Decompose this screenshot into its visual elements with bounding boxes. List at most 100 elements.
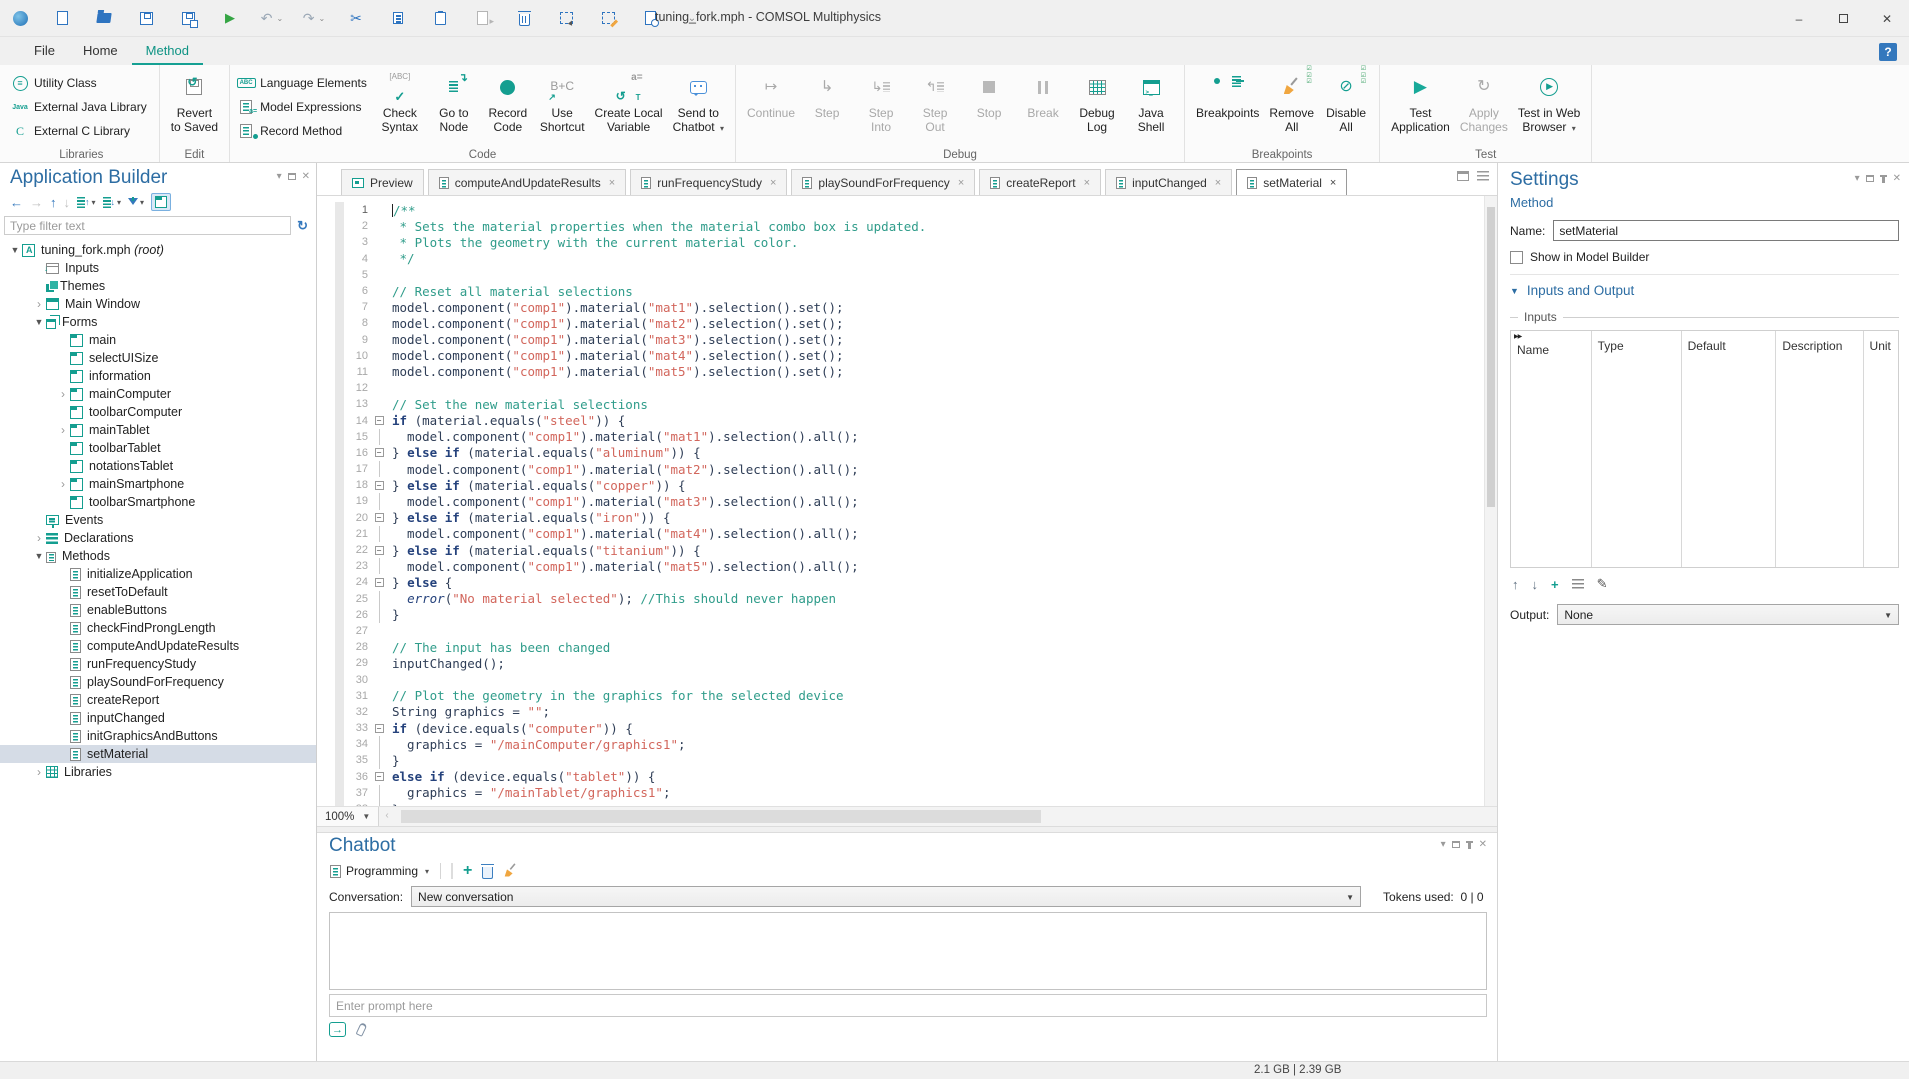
tree-item-createreport[interactable]: createReport: [0, 691, 316, 709]
breakpoint-gutter[interactable]: [317, 315, 335, 331]
fold-marker[interactable]: −: [372, 445, 386, 461]
ribbon-button-language-elements[interactable]: ABCLanguage Elements: [236, 73, 367, 93]
breakpoint-gutter[interactable]: [317, 348, 335, 364]
filter-icon[interactable]: ▾: [128, 194, 144, 210]
breakpoint-gutter[interactable]: [317, 493, 335, 509]
tree-item-selectuisize[interactable]: selectUISize: [0, 349, 316, 367]
chevron-right-icon[interactable]: ›: [32, 297, 46, 311]
cut-icon[interactable]: ✂: [346, 8, 366, 28]
close-icon[interactable]: ×: [770, 177, 776, 189]
ribbon-button-send-to-chatbot[interactable]: Send toChatbot ▾: [668, 68, 729, 137]
ribbon-button-disable-all[interactable]: ⊘☑☑☑DisableAll: [1319, 68, 1373, 136]
collapse-icon[interactable]: −: [375, 481, 384, 490]
tree-item-runfrequencystudy[interactable]: runFrequencyStudy: [0, 655, 316, 673]
editor-tab-computeandupdateresults[interactable]: computeAndUpdateResults×: [428, 169, 627, 195]
ribbon-button-external-java-library[interactable]: JavaExternal Java Library: [10, 97, 147, 117]
chevron-down-icon[interactable]: ▼: [8, 245, 22, 255]
breakpoint-gutter[interactable]: [317, 364, 335, 380]
column-header-type[interactable]: Type: [1592, 331, 1682, 567]
close-icon[interactable]: ×: [958, 177, 964, 189]
tree-item-toolbarsmartphone[interactable]: toolbarSmartphone: [0, 493, 316, 511]
close-icon[interactable]: ×: [609, 177, 615, 189]
tree-item-declarations[interactable]: ›Declarations: [0, 529, 316, 547]
move-up-icon[interactable]: ↑: [50, 194, 57, 210]
tree-item-maincomputer[interactable]: ›mainComputer: [0, 385, 316, 403]
horizontal-scrollbar[interactable]: ‹: [379, 807, 1497, 826]
breakpoint-gutter[interactable]: [317, 526, 335, 542]
breakpoint-gutter[interactable]: [317, 510, 335, 526]
panel-float-icon[interactable]: [1866, 175, 1874, 182]
forward-icon[interactable]: →: [30, 194, 43, 210]
editor-menu-icon[interactable]: [1477, 171, 1489, 181]
undo-icon[interactable]: ↶⌄: [262, 8, 282, 28]
fold-marker[interactable]: −: [372, 574, 386, 590]
ribbon-button-remove-all[interactable]: ☑☑☑RemoveAll: [1264, 68, 1319, 136]
fold-marker[interactable]: −: [372, 542, 386, 558]
move-down-icon[interactable]: ↓: [1532, 577, 1539, 592]
breakpoint-gutter[interactable]: [317, 752, 335, 768]
ribbon-button-record-method[interactable]: Record Method: [236, 121, 367, 141]
tree-item-libraries[interactable]: ›Libraries: [0, 763, 316, 781]
send-prompt-icon[interactable]: →: [329, 1022, 346, 1037]
paste-icon[interactable]: [430, 8, 450, 28]
edit-icon[interactable]: ✎: [1597, 576, 1608, 592]
editor-layout-icon[interactable]: [1457, 171, 1469, 181]
tree-item-initgraphicsandbuttons[interactable]: initGraphicsAndButtons: [0, 727, 316, 745]
chevron-right-icon[interactable]: ›: [32, 765, 46, 779]
filter-input[interactable]: Type filter text: [4, 216, 291, 235]
tree-item-toolbarcomputer[interactable]: toolbarComputer: [0, 403, 316, 421]
breakpoint-gutter[interactable]: [317, 251, 335, 267]
collapse-icon[interactable]: −: [375, 448, 384, 457]
collapse-icon[interactable]: −: [375, 724, 384, 733]
tree-item-notationstablet[interactable]: notationsTablet: [0, 457, 316, 475]
tree-item-main-window[interactable]: ›Main Window: [0, 295, 316, 313]
chevron-right-icon[interactable]: ›: [56, 477, 70, 491]
vertical-scrollbar[interactable]: [1484, 196, 1497, 806]
breakpoint-gutter[interactable]: [317, 299, 335, 315]
column-header-unit[interactable]: Unit: [1864, 331, 1898, 567]
ribbon-button-debug-log[interactable]: DebugLog: [1070, 68, 1124, 136]
chatbot-mode-dropdown[interactable]: Programming▾: [329, 863, 430, 879]
fold-marker[interactable]: −: [372, 510, 386, 526]
tree-item-tuning-fork-mph[interactable]: ▼tuning_fork.mph (root): [0, 241, 316, 259]
run-icon[interactable]: ▶: [220, 8, 240, 28]
ribbon-button-java-shell[interactable]: JavaShell: [1124, 68, 1178, 136]
tree-item-inputchanged[interactable]: inputChanged: [0, 709, 316, 727]
tree-item-forms[interactable]: ▼Forms: [0, 313, 316, 331]
ribbon-button-breakpoints[interactable]: Breakpoints: [1191, 68, 1264, 123]
redo-icon[interactable]: ↷⌄: [304, 8, 324, 28]
minimize-icon[interactable]: –: [1777, 0, 1821, 37]
collapse-all-icon[interactable]: ↑▾: [77, 194, 96, 210]
breakpoint-gutter[interactable]: [317, 574, 335, 590]
breakpoint-gutter[interactable]: [317, 639, 335, 655]
collapse-icon[interactable]: −: [375, 416, 384, 425]
conversation-dropdown[interactable]: New conversation▼: [411, 886, 1361, 907]
panel-close-icon[interactable]: ✕: [302, 171, 310, 182]
code-editor[interactable]: 1/**2 * Sets the material properties whe…: [317, 196, 1497, 806]
panel-close-icon[interactable]: ✕: [1479, 839, 1487, 850]
breakpoint-gutter[interactable]: [317, 558, 335, 574]
panel-menu-icon[interactable]: ▾: [277, 171, 282, 182]
panel-close-icon[interactable]: ✕: [1893, 173, 1901, 184]
close-icon[interactable]: ×: [1330, 177, 1336, 189]
ribbon-button-go-to-node[interactable]: ↴Go toNode: [427, 68, 481, 136]
tree-item-initializeapplication[interactable]: initializeApplication: [0, 565, 316, 583]
tree-item-enablebuttons[interactable]: enableButtons: [0, 601, 316, 619]
ribbon-button-external-c-library[interactable]: CExternal C Library: [10, 121, 147, 141]
collapse-icon[interactable]: −: [375, 513, 384, 522]
breakpoint-gutter[interactable]: [317, 591, 335, 607]
column-header-name[interactable]: Name: [1511, 331, 1592, 567]
tree-item-playsoundforfrequency[interactable]: playSoundForFrequency: [0, 673, 316, 691]
breakpoint-gutter[interactable]: [317, 769, 335, 785]
move-up-icon[interactable]: ↑: [1512, 577, 1519, 592]
help-button[interactable]: ?: [1879, 43, 1897, 61]
chevron-right-icon[interactable]: ›: [32, 531, 46, 545]
editor-chatbot-splitter[interactable]: [317, 826, 1497, 833]
panel-pin-icon[interactable]: [1882, 175, 1885, 183]
show-all-toggle[interactable]: [151, 193, 171, 211]
open-icon[interactable]: [94, 8, 114, 28]
close-icon[interactable]: ×: [1084, 177, 1090, 189]
breakpoint-gutter[interactable]: [317, 202, 335, 218]
tree-item-events[interactable]: Events: [0, 511, 316, 529]
ribbon-button-test-in-web-browser[interactable]: ▶Test in WebBrowser ▾: [1513, 68, 1585, 137]
